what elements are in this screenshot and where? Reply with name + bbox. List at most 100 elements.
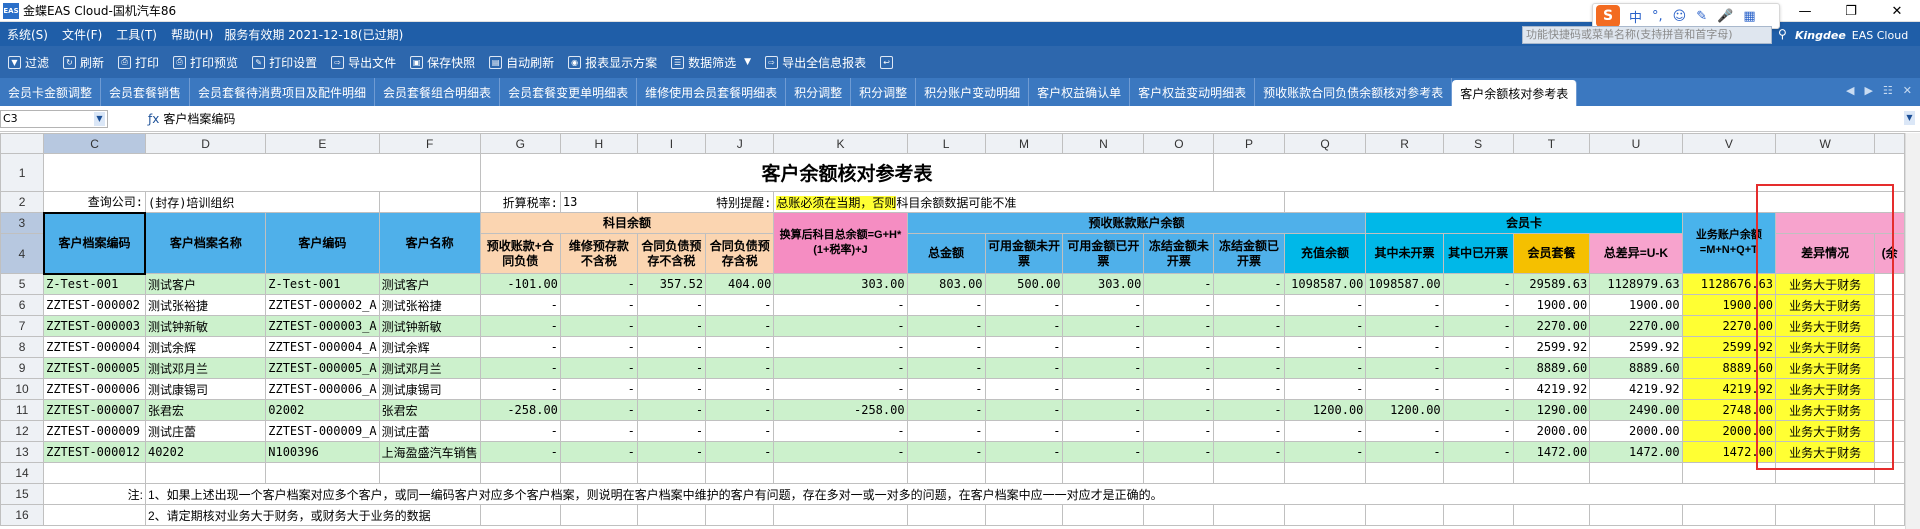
table-cell[interactable]: - [773,294,908,316]
table-cell[interactable]: - [773,336,908,358]
header-total-amount[interactable]: 总金额 [906,233,986,274]
table-cell[interactable]: N100396 [265,441,380,463]
tab-5[interactable]: 维修使用会员套餐明细表 [637,78,787,106]
table-cell[interactable]: - [1143,357,1215,379]
table-cell[interactable]: - [636,315,707,337]
col-header-S[interactable]: S [1442,133,1514,154]
table-cell[interactable]: - [1442,273,1514,295]
header-total-diff[interactable]: 总差异=U-K [1589,233,1683,274]
table-cell[interactable]: 1900.00 [1589,294,1683,316]
table-cell[interactable] [1681,504,1777,526]
table-cell[interactable]: - [705,378,775,400]
table-cell[interactable]: 1098587.00 [1283,273,1367,295]
table-cell[interactable]: - [1213,273,1285,295]
header-client-code[interactable]: 客户编码 [265,212,380,274]
remind-text[interactable]: 总账必须在当期，否则科目余额数据可能不准 [773,191,1285,213]
table-cell[interactable]: - [1283,336,1367,358]
table-cell[interactable]: 2000.00 [1589,420,1683,442]
table-cell[interactable]: - [1442,378,1514,400]
table-cell[interactable]: - [1283,441,1367,463]
table-cell[interactable] [1283,504,1367,526]
table-cell[interactable]: - [559,441,638,463]
table-cell[interactable]: - [1143,378,1215,400]
table-cell[interactable]: 测试邓月兰 [144,357,267,379]
row-header[interactable]: 13 [0,441,45,463]
tab-12[interactable]: 客户余额核对参考表 [1452,80,1578,106]
table-cell[interactable]: - [559,273,638,295]
table-cell[interactable]: - [1143,336,1215,358]
table-cell[interactable]: 1472.00 [1512,441,1591,463]
table-cell[interactable]: 303.00 [1062,273,1145,295]
table-cell[interactable]: - [705,336,775,358]
table-cell[interactable]: 2490.00 [1589,399,1683,421]
row-header[interactable]: 4 [0,233,45,274]
table-cell[interactable]: 40202 [144,441,267,463]
row-header[interactable]: 9 [0,357,45,379]
table-cell[interactable]: - [906,357,986,379]
table-cell[interactable]: -258.00 [479,399,561,421]
col-header-P[interactable]: P [1213,133,1285,154]
pen-icon[interactable]: ✎ [1696,9,1707,24]
table-cell[interactable]: - [906,441,986,463]
table-cell[interactable]: 1128979.63 [1589,273,1683,295]
row-header[interactable]: 2 [0,191,45,213]
col-header-T[interactable]: T [1512,133,1591,154]
header-prepaid-account[interactable]: 预收账款账户余额 [906,212,1367,234]
table-cell[interactable]: - [1062,294,1145,316]
table-cell[interactable]: - [773,378,908,400]
table-cell[interactable] [1062,504,1145,526]
table-cell[interactable]: - [984,315,1064,337]
table-cell[interactable]: - [906,399,986,421]
tab-7[interactable]: 积分调整 [851,78,917,106]
header-of-invoiced[interactable]: 其中已开票 [1442,233,1514,274]
function-search-input[interactable]: 功能快捷码或菜单名称(支持拼音和首字母) [1522,26,1772,44]
header-subject-balance[interactable]: 科目余额 [479,212,775,234]
table-cell[interactable] [1283,462,1367,484]
table-cell[interactable]: - [984,420,1064,442]
table-cell[interactable]: - [559,315,638,337]
formula-content[interactable]: 客户档案编码 [163,110,235,127]
table-cell[interactable]: ZZTEST-000009_A [265,420,380,442]
row-header[interactable]: 1 [0,153,45,192]
table-cell[interactable]: 2000.00 [1512,420,1591,442]
table-cell[interactable]: - [1143,399,1215,421]
table-cell[interactable]: - [1365,336,1444,358]
table-cell[interactable]: - [479,441,561,463]
table-cell[interactable]: - [984,399,1064,421]
table-cell[interactable]: 测试钟新敏 [144,315,267,337]
vertical-scrollbar[interactable] [1905,133,1920,529]
header-customer-name[interactable]: 客户档案名称 [144,212,267,274]
table-cell[interactable] [984,504,1064,526]
table-cell[interactable] [1874,504,1905,526]
table-cell[interactable]: - [1143,420,1215,442]
table-cell[interactable]: - [1062,336,1145,358]
minimize-icon[interactable]: — [1782,0,1828,22]
header-prepaid-contract[interactable]: 预收账款+合同负债 [479,233,561,274]
header-customer-code[interactable]: 客户档案编码 [42,211,147,275]
table-cell[interactable]: - [1442,315,1514,337]
table-cell[interactable] [559,504,638,526]
tab-next-icon[interactable]: ▶ [1864,84,1872,97]
col-header-G[interactable]: G [479,133,561,154]
remind-label[interactable]: 特别提醒: [636,191,775,213]
tab-10[interactable]: 客户权益变动明细表 [1130,78,1256,106]
table-cell[interactable]: - [1365,357,1444,379]
table-cell[interactable]: ZZTEST-000009 [43,420,146,442]
formula-expand-icon[interactable]: ▼ [1904,111,1915,125]
table-cell[interactable]: 测试余辉 [144,336,267,358]
table-cell[interactable]: ZZTEST-000007 [43,399,146,421]
header-converted-total[interactable]: 换算后科目总余额=G+H*(1+税率)+J [773,212,908,274]
menu-help[interactable]: 帮助(H) [164,26,220,43]
tab-9[interactable]: 客户权益确认单 [1029,78,1131,106]
row-header[interactable]: 12 [0,420,45,442]
restore-icon[interactable]: ❐ [1828,0,1874,22]
table-cell[interactable]: - [1442,336,1514,358]
table-cell[interactable]: - [1062,441,1145,463]
export-full-report-button[interactable]: ⇨ 导出全信息报表 [765,54,866,71]
auto-refresh-button[interactable]: ▤ 自动刷新 [489,54,554,71]
table-cell[interactable]: 02002 [265,399,380,421]
chinese-mode-icon[interactable]: 中 [1629,7,1642,26]
table-cell[interactable] [1589,504,1683,526]
corner-cell[interactable] [0,133,45,154]
tab-close-icon[interactable]: ✕ [1903,84,1912,97]
